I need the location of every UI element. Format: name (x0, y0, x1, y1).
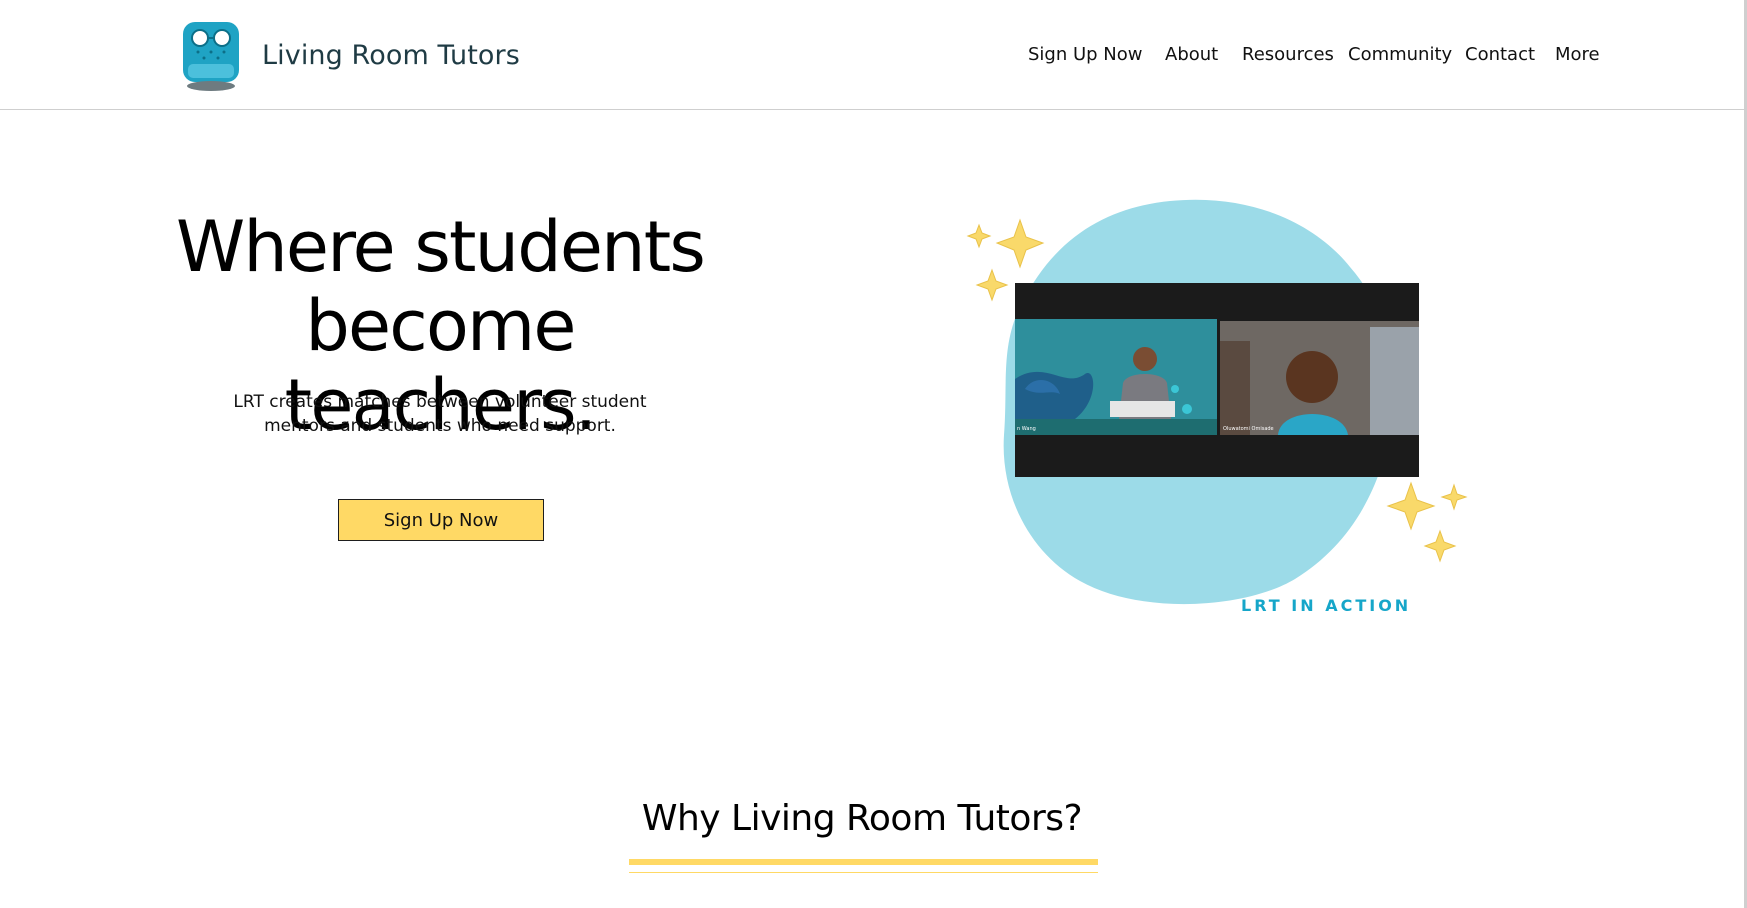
video-call-screenshot: n Wang Oluwatomi Omisade (1015, 283, 1419, 477)
sparkle-icon (975, 268, 1009, 302)
why-underline-thin (629, 872, 1098, 873)
nav-about[interactable]: About (1165, 44, 1218, 65)
lrt-in-action-caption: LRT IN ACTION (1241, 596, 1412, 615)
why-underline (629, 859, 1098, 865)
hero-subtitle-line-1: LRT creates matches between volunteer st… (233, 392, 647, 412)
sparkle-icon (1423, 529, 1457, 563)
sparkle-icon (966, 223, 992, 249)
sparkle-icon (995, 218, 1045, 269)
video-tile-mentor (1220, 321, 1419, 435)
main-nav: Sign Up Now About Resources Community Co… (0, 44, 1747, 74)
why-section-title: Why Living Room Tutors? (641, 798, 1083, 839)
nav-more[interactable]: More (1555, 44, 1600, 65)
mentor-video-image (1220, 321, 1419, 435)
hero-subtitle-line-2: mentors and students who need support. (264, 416, 616, 436)
sparkle-icon (1440, 483, 1468, 511)
nav-resources[interactable]: Resources (1242, 44, 1334, 65)
video-tile-student (1015, 319, 1217, 435)
sparkle-icon (1386, 481, 1436, 531)
nav-sign-up-now[interactable]: Sign Up Now (1028, 44, 1143, 65)
sign-up-now-button[interactable]: Sign Up Now (338, 499, 544, 541)
site-header: Living Room Tutors Sign Up Now About Res… (0, 0, 1744, 110)
hero-subtitle: LRT creates matches between volunteer st… (200, 390, 680, 438)
student-video-image (1015, 319, 1217, 435)
nav-community[interactable]: Community (1348, 44, 1452, 65)
hero-title-line-1: Where students (175, 206, 706, 288)
video-name-left: n Wang (1017, 426, 1036, 432)
video-name-right: Oluwatomi Omisade (1223, 426, 1274, 432)
nav-contact[interactable]: Contact (1465, 44, 1535, 65)
